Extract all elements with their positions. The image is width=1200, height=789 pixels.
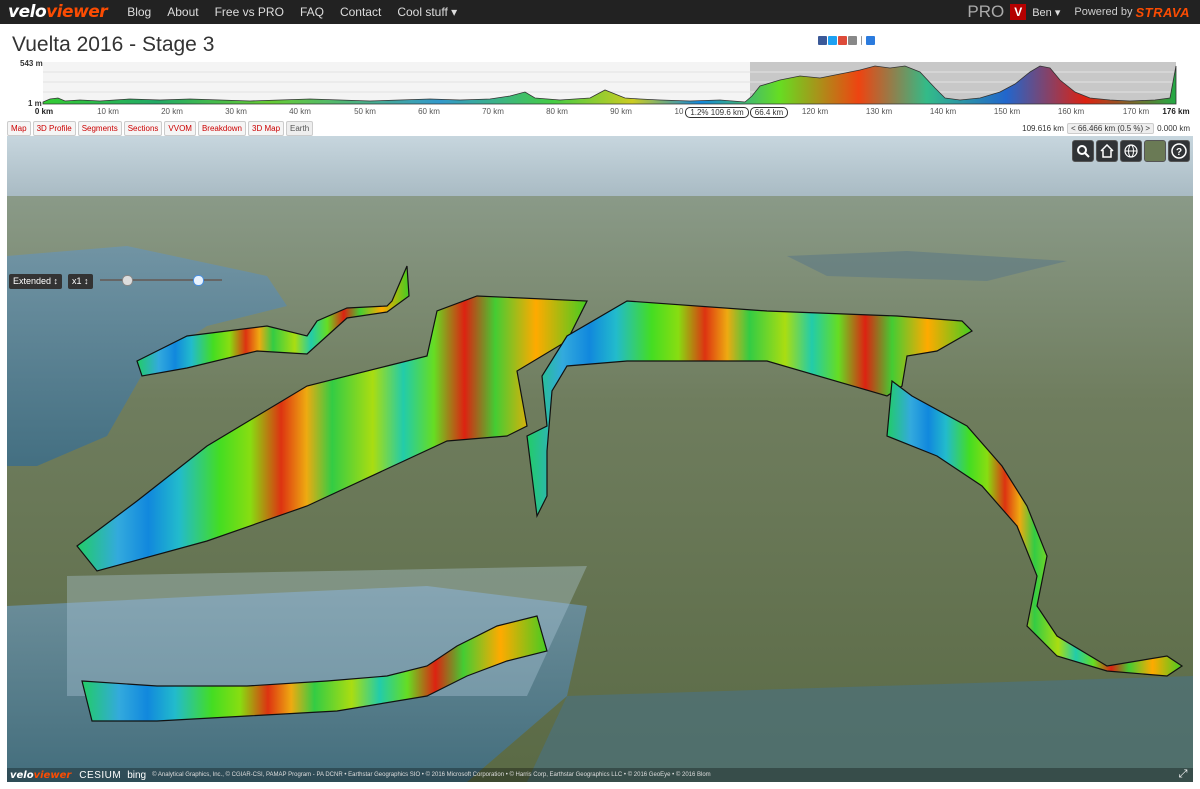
distance-info: 109.616 km < 66.466 km (0.5 %) > 0.000 k…	[1022, 123, 1190, 134]
home-icon-glyph	[1100, 144, 1114, 158]
mode-select[interactable]: Extended ↕	[9, 274, 63, 289]
profile-xtick: 120 km	[801, 107, 829, 116]
nav-right: PRO V Ben ▾ Powered by STRAVA	[967, 2, 1190, 22]
nav-link-contact[interactable]: Contact	[340, 5, 381, 19]
selection-end-label[interactable]: 66.4 km	[750, 107, 788, 118]
elevation-profile[interactable]: 543 m 1 m 0 km 10 km 20 km 30 km 40 km 5…	[0, 58, 1200, 118]
terrain-view[interactable]	[7, 136, 1193, 782]
distance-selection[interactable]: < 66.466 km (0.5 %) >	[1066, 123, 1155, 134]
page-title: Vuelta 2016 - Stage 3	[12, 33, 215, 56]
profile-xtick: 0 km	[34, 107, 54, 116]
profile-xtick: 10	[674, 107, 684, 116]
view-tabs: Map 3D Profile Segments Sections VVOM Br…	[7, 121, 314, 136]
logo-text-1: velo	[8, 2, 47, 22]
svg-text:?: ?	[1176, 147, 1182, 158]
profile-xtick: 160 km	[1057, 107, 1085, 116]
share-icon[interactable]	[848, 36, 857, 45]
nav-link-blog[interactable]: Blog	[127, 5, 151, 19]
profile-xtick: 150 km	[993, 107, 1021, 116]
profile-xtick: 30 km	[225, 107, 247, 116]
profile-xtick: 50 km	[354, 107, 376, 116]
profile-xtick: 90 km	[610, 107, 632, 116]
avatar[interactable]: V	[1010, 4, 1027, 20]
profile-xtick: 130 km	[865, 107, 893, 116]
slider-handle-end[interactable]	[193, 275, 204, 286]
profile-xtick: 70 km	[482, 107, 504, 116]
home-icon[interactable]	[1096, 140, 1118, 162]
navbar: veloviewer Blog About Free vs PRO FAQ Co…	[0, 0, 1200, 24]
globe-icon[interactable]	[1120, 140, 1142, 162]
layers-icon[interactable]	[1144, 140, 1166, 162]
help-icon-glyph: ?	[1171, 143, 1187, 159]
twitter-icon[interactable]	[828, 36, 837, 45]
attribution-logo-1: velo	[10, 769, 34, 781]
tab-breakdown[interactable]: Breakdown	[197, 121, 246, 136]
search-icon-glyph	[1077, 145, 1090, 158]
cesium-3d-viewer[interactable]: Extended ↕ x1 ↕	[7, 136, 1193, 782]
nav-links: Blog About Free vs PRO FAQ Contact Cool …	[119, 5, 465, 19]
search-icon[interactable]	[1072, 140, 1094, 162]
globe-icon-glyph	[1124, 144, 1138, 158]
profile-xtick: 170 km	[1122, 107, 1150, 116]
profile-xtick: 10 km	[97, 107, 119, 116]
profile-xtick: 80 km	[546, 107, 568, 116]
fullscreen-icon[interactable]: ⤢	[1176, 768, 1190, 782]
user-menu[interactable]: Ben ▾	[1032, 6, 1060, 19]
profile-xtick: 176 km	[1162, 107, 1190, 116]
tab-vvom[interactable]: VVOM	[164, 121, 196, 136]
attribution-logo-2: viewer	[33, 769, 72, 781]
strava-logo[interactable]: STRAVA	[1135, 5, 1190, 20]
profile-xtick: 40 km	[289, 107, 311, 116]
logo-text-2: viewer	[46, 2, 108, 22]
tab-earth[interactable]: Earth	[286, 121, 314, 136]
tab-sections[interactable]: Sections	[123, 121, 163, 136]
attribution-bar: veloviewer CESIUM bing © Analytical Grap…	[7, 768, 1193, 782]
profile-xtick: 20 km	[161, 107, 183, 116]
nav-link-cool-stuff[interactable]: Cool stuff ▾	[397, 5, 457, 19]
slider-handle-start[interactable]	[122, 275, 133, 286]
tab-segments[interactable]: Segments	[77, 121, 122, 136]
profile-xtick: 60 km	[418, 107, 440, 116]
map-credits: © Analytical Graphics, Inc., © CGIAR-CSI…	[152, 772, 711, 778]
tab-3d-map[interactable]: 3D Map	[248, 121, 285, 136]
help-icon[interactable]: ?	[1168, 140, 1190, 162]
facebook-icon[interactable]	[818, 36, 827, 45]
nav-link-about[interactable]: About	[167, 5, 198, 19]
addthis-icon[interactable]	[866, 36, 875, 45]
distance-left: 109.616 km	[1022, 124, 1064, 133]
profile-ymax: 543 m	[20, 59, 43, 68]
tab-3d-profile[interactable]: 3D Profile	[32, 121, 76, 136]
selection-start-label[interactable]: 1.2% 109.6 km	[685, 107, 749, 118]
nav-link-free-vs-pro[interactable]: Free vs PRO	[215, 5, 284, 19]
bing-logo[interactable]: bing	[127, 770, 146, 781]
googleplus-icon[interactable]	[838, 36, 847, 45]
powered-by-label: Powered by	[1074, 6, 1133, 18]
cesium-logo[interactable]: CESIUM	[79, 770, 121, 781]
veloviewer-logo[interactable]: veloviewer	[8, 2, 108, 22]
tab-map[interactable]: Map	[7, 121, 31, 136]
share-divider	[861, 36, 862, 45]
speed-select[interactable]: x1 ↕	[68, 274, 93, 289]
distance-right: 0.000 km	[1157, 124, 1190, 133]
pro-label: PRO	[967, 2, 1005, 21]
share-buttons	[818, 36, 875, 45]
profile-xtick: 140 km	[929, 107, 957, 116]
attribution-logo[interactable]: veloviewer	[10, 770, 71, 781]
nav-link-faq[interactable]: FAQ	[300, 5, 324, 19]
